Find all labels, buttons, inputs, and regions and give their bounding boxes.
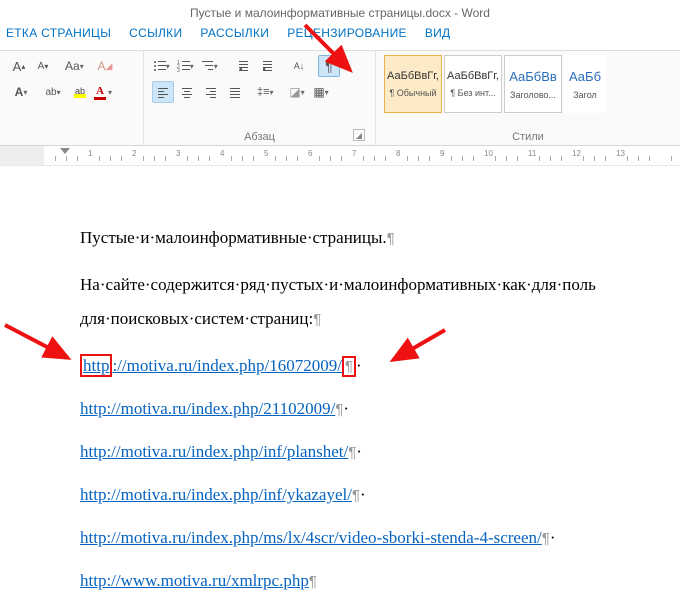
- link-6[interactable]: http://www.motiva.ru/xmlrpc.php: [80, 571, 309, 590]
- shading-button[interactable]: ◪▾: [288, 81, 310, 103]
- ribbon-tabs: ЕТКА СТРАНИЦЫ ССЫЛКИ РАССЫЛКИ РЕЦЕНЗИРОВ…: [0, 26, 680, 50]
- pilcrow-button[interactable]: ¶: [318, 55, 340, 77]
- annot-pilcrow-box: ¶: [342, 356, 356, 377]
- multilevel-list-button[interactable]: ▾: [200, 55, 222, 77]
- doc-link-5[interactable]: http://motiva.ru/index.php/ms/lx/4scr/vi…: [80, 521, 680, 555]
- highlight-color-swatch[interactable]: ab: [74, 86, 86, 98]
- align-right-button[interactable]: [200, 81, 222, 103]
- tab-view[interactable]: ВИД: [425, 26, 451, 50]
- doc-para-1[interactable]: Пустые·и·малоинформативные·страницы.¶: [80, 221, 680, 255]
- font-color-button[interactable]: A: [94, 85, 106, 100]
- line-spacing-button[interactable]: ‡≡▾: [256, 81, 278, 103]
- sort-button[interactable]: A↓: [288, 55, 310, 77]
- grow-font-button[interactable]: A▴: [8, 55, 30, 77]
- ruler-scale: 12345678910111213: [44, 146, 680, 165]
- doc-link-1[interactable]: http://motiva.ru/index.php/16072009/¶·: [80, 349, 680, 383]
- doc-link-3[interactable]: http://motiva.ru/index.php/inf/planshet/…: [80, 435, 680, 469]
- doc-link-4[interactable]: http://motiva.ru/index.php/inf/ykazayel/…: [80, 478, 680, 512]
- link-4[interactable]: http://motiva.ru/index.php/inf/ykazayel/: [80, 485, 352, 504]
- ribbon: A▴ A▾ Aa▾ A◢ A▾ ab▾ ab A ▾ ▾ 123▾ ▾: [0, 50, 680, 146]
- svg-text:3: 3: [177, 68, 180, 73]
- clear-formatting-button[interactable]: A◢: [94, 55, 116, 77]
- ruler-indent-marker[interactable]: [60, 148, 70, 154]
- numbering-button[interactable]: 123▾: [176, 55, 198, 77]
- title-bar: Пустые и малоинформативные страницы.docx…: [0, 0, 680, 26]
- bullets-button[interactable]: ▾: [152, 55, 174, 77]
- borders-button[interactable]: ▦▾: [312, 81, 334, 103]
- ruler[interactable]: 12345678910111213: [0, 146, 680, 166]
- group-paragraph-label: Абзац ◢: [152, 129, 367, 143]
- tab-references[interactable]: ССЫЛКИ: [129, 26, 182, 50]
- style-normal[interactable]: АаБбВвГг,¶ Обычный: [384, 55, 442, 113]
- link-1[interactable]: http://motiva.ru/index.php/16072009/: [80, 354, 342, 377]
- change-case-button[interactable]: Aa▾: [64, 55, 86, 77]
- tab-page-layout[interactable]: ЕТКА СТРАНИЦЫ: [6, 26, 111, 50]
- style-heading2[interactable]: АаБбЗагол: [564, 55, 606, 113]
- doc-link-6[interactable]: http://www.motiva.ru/xmlrpc.php¶: [80, 564, 680, 598]
- document-body[interactable]: Пустые·и·малоинформативные·страницы.¶ На…: [0, 166, 680, 598]
- tab-mailings[interactable]: РАССЫЛКИ: [200, 26, 269, 50]
- group-paragraph: ▾ 123▾ ▾ A↓ ¶ ‡≡▾ ◪▾ ▦▾: [144, 51, 376, 145]
- doc-para-2[interactable]: На·сайте·содержится·ряд·пустых·и·малоинф…: [80, 268, 680, 336]
- increase-indent-button[interactable]: [256, 55, 278, 77]
- link-2[interactable]: http://motiva.ru/index.php/21102009/: [80, 399, 335, 418]
- ruler-margin: [0, 146, 44, 165]
- group-styles: АаБбВвГг,¶ Обычный АаБбВвГг,¶ Без инт...…: [376, 51, 680, 145]
- doc-link-2[interactable]: http://motiva.ru/index.php/21102009/¶·: [80, 392, 680, 426]
- style-no-spacing[interactable]: АаБбВвГг,¶ Без инт...: [444, 55, 502, 113]
- group-styles-label: Стили: [384, 129, 672, 143]
- decrease-indent-button[interactable]: [232, 55, 254, 77]
- annot-http-box: http: [80, 354, 112, 377]
- link-3[interactable]: http://motiva.ru/index.php/inf/planshet/: [80, 442, 348, 461]
- highlight-color-button[interactable]: ab▾: [40, 81, 70, 103]
- group-font-label: [8, 141, 135, 143]
- align-center-button[interactable]: [176, 81, 198, 103]
- align-left-button[interactable]: [152, 81, 174, 103]
- paragraph-launcher-icon[interactable]: ◢: [353, 129, 365, 141]
- group-font: A▴ A▾ Aa▾ A◢ A▾ ab▾ ab A ▾: [0, 51, 144, 145]
- font-color-dd[interactable]: ▾: [108, 88, 116, 97]
- style-heading1[interactable]: АаБбВвЗаголово...: [504, 55, 562, 113]
- shrink-font-button[interactable]: A▾: [32, 55, 54, 77]
- link-5[interactable]: http://motiva.ru/index.php/ms/lx/4scr/vi…: [80, 528, 542, 547]
- tab-review[interactable]: РЕЦЕНЗИРОВАНИЕ: [287, 26, 407, 50]
- align-justify-button[interactable]: [224, 81, 246, 103]
- text-fill-button[interactable]: A▾: [8, 81, 38, 103]
